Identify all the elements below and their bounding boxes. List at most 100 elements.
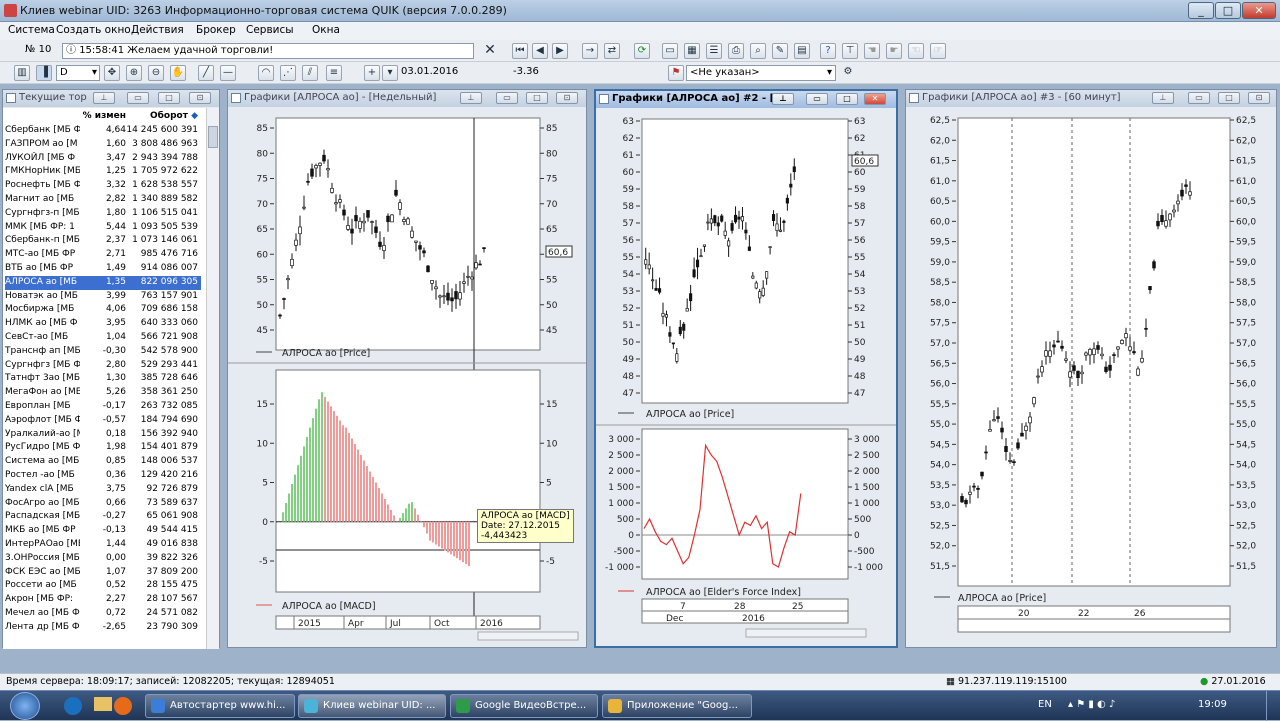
table-row[interactable]: ГАЗПРОМ ао [М 1,60 3 808 486 963 [5, 138, 201, 152]
table-row[interactable]: ИнтерРАОао [МБ 1,44 49 016 838 [5, 538, 201, 552]
chart1-canvas[interactable]: 85807570656055504585807570656055504560,6… [228, 108, 586, 648]
hand2-icon[interactable]: ☛ [886, 43, 902, 59]
show-desktop-button[interactable] [1266, 691, 1280, 721]
hand-pan-icon[interactable]: ✋ [170, 65, 186, 81]
table-row[interactable]: Транснф ап [МБ -0,30 542 578 900 [5, 345, 201, 359]
move-icon[interactable]: ✥ [104, 65, 120, 81]
max-button[interactable]: □ [836, 93, 858, 105]
first-icon[interactable]: ⏮ [512, 43, 528, 59]
window-icon[interactable]: ▭ [662, 43, 678, 59]
table-row[interactable]: МКБ ао [МБ ФР -0,13 49 544 415 [5, 524, 201, 538]
transfer-icon[interactable]: ⇄ [604, 43, 620, 59]
scroll-thumb[interactable] [208, 126, 218, 148]
language-indicator[interactable]: EN [1038, 699, 1052, 710]
chart3-header[interactable]: Графики [АЛРОСА ао] #3 - [60 минут] ⊥ ▭ … [906, 90, 1276, 107]
next-icon[interactable]: ▶ [552, 43, 568, 59]
table-row[interactable]: ФосАгро ао [МБ 0,66 73 589 637 [5, 497, 201, 511]
chart1-header[interactable]: Графики [АЛРОСА ао] - [Недельный] ⊥ ▭ □ … [228, 90, 586, 107]
table-row[interactable]: Ростел -ао [МБ 0,36 129 420 216 [5, 469, 201, 483]
table-row[interactable]: Мечел ао [МБ Ф 0,72 24 571 082 [5, 607, 201, 621]
menu-windows[interactable]: Окна [312, 24, 340, 36]
arc-icon[interactable]: ◠ [258, 65, 274, 81]
close-button[interactable]: ✕ [864, 93, 886, 105]
table-row[interactable]: Россети ао [МБ 0,52 28 155 475 [5, 579, 201, 593]
chart2-canvas[interactable]: 6362616059585756555453525150494847636261… [596, 109, 896, 646]
dropdown-icon[interactable]: ▾ [382, 65, 398, 81]
max-button[interactable]: □ [1218, 92, 1240, 104]
table-row[interactable]: ВТБ ао [МБ ФР 1,49 914 086 007 [5, 262, 201, 276]
table-row[interactable]: РусГидро [МБ Ф 1,98 154 401 879 [5, 441, 201, 455]
table-row[interactable]: НЛМК ао [МБ Ф 3,95 640 333 060 [5, 317, 201, 331]
chart-icon[interactable]: ▤ [794, 43, 810, 59]
table-row[interactable]: МегаФон ао [МБ 5,26 358 361 250 [5, 386, 201, 400]
channel-icon[interactable]: ⫽ [302, 65, 318, 81]
tray-icons[interactable]: ▴ ⚑ ▮ ◐ ♪ [1068, 699, 1115, 710]
taskbar-item-app[interactable]: Приложение "Goog... [602, 694, 752, 718]
table-row[interactable]: Роснефть [МБ Ф 3,32 1 628 538 557 [5, 179, 201, 193]
hand4-icon[interactable]: ☞ [930, 43, 946, 59]
table-row[interactable]: Распадская [МБ -0,27 65 061 908 [5, 510, 201, 524]
table-row[interactable]: ФСК ЕЭС ао [МБ 1,07 37 809 200 [5, 566, 201, 580]
search-icon[interactable]: ⌕ [750, 43, 766, 59]
ie-icon[interactable] [64, 697, 82, 715]
zoom-out-icon[interactable]: ⊖ [148, 65, 164, 81]
pin-button[interactable]: ⊥ [1152, 92, 1174, 104]
print-icon[interactable]: ⎙ [728, 43, 744, 59]
table-row[interactable]: АЛРОСА ао [МБ 1,35 822 096 305 [5, 275, 201, 290]
zoom-in-icon[interactable]: ⊕ [126, 65, 142, 81]
table-row[interactable]: Новатэк ао [МБ 3,99 763 157 901 [5, 290, 201, 304]
hline-icon[interactable]: — [220, 65, 236, 81]
account-select[interactable]: <Не указан> ▾ [686, 65, 836, 81]
pin-button[interactable]: ⊥ [93, 92, 115, 104]
min-button[interactable]: ▭ [1188, 92, 1210, 104]
menu-actions[interactable]: Действия [131, 24, 184, 36]
trendline-icon[interactable]: ╱ [198, 65, 214, 81]
firefox-icon[interactable] [114, 697, 132, 715]
minimize-button[interactable]: _ [1188, 2, 1214, 19]
taskbar-item-quik[interactable]: Клиев webinar UID: ... [298, 694, 446, 718]
fan-icon[interactable]: ⋰ [280, 65, 296, 81]
table-row[interactable]: Сбербанк-п [МБ 2,37 1 073 146 061 [5, 234, 201, 248]
max-button[interactable]: □ [526, 92, 548, 104]
hand-icon[interactable]: ☚ [864, 43, 880, 59]
table-row[interactable]: Аэрофлот [МБ Ф -0,57 184 794 690 [5, 414, 201, 428]
message-line[interactable]: ⓘ 15:58:41 Желаем удачной торговли! [62, 43, 474, 59]
taskbar-item-hangouts[interactable]: Google ВидеоВстре... [450, 694, 598, 718]
menu-services[interactable]: Сервисы [246, 24, 294, 36]
help-icon[interactable]: ? [820, 43, 836, 59]
close-button[interactable]: ⊡ [556, 92, 578, 104]
table-row[interactable]: Yandex clA [МБ 3,75 92 726 879 [5, 483, 201, 497]
close-button[interactable]: ⊡ [1248, 92, 1270, 104]
menu-broker[interactable]: Брокер [196, 24, 236, 36]
table-row[interactable]: Европлан [МБ -0,17 263 732 085 [5, 400, 201, 414]
table-row[interactable]: Уралкалий-ао [М 0,18 156 392 940 [5, 428, 201, 442]
prev-icon[interactable]: ◀ [532, 43, 548, 59]
edit-icon[interactable]: ✎ [772, 43, 788, 59]
table-scrollbar[interactable] [206, 108, 219, 649]
table-row[interactable]: МТС-ао [МБ ФР 2,71 985 476 716 [5, 248, 201, 262]
min-button[interactable]: ▭ [127, 92, 149, 104]
table-row[interactable]: Система ао [МБ 0,85 148 006 537 [5, 455, 201, 469]
menu-system[interactable]: Система [8, 24, 55, 36]
min-button[interactable]: ▭ [806, 93, 828, 105]
min-button[interactable]: ▭ [496, 92, 518, 104]
hand3-icon[interactable]: ☜ [908, 43, 924, 59]
table-icon[interactable]: ▦ [684, 43, 700, 59]
table-row[interactable]: Мосбиржа [МБ 4,06 709 686 158 [5, 303, 201, 317]
crosshair-icon[interactable]: + [364, 65, 380, 81]
current-trades-header[interactable]: Текущие тор ⊥ ▭ □ ⊡ [3, 90, 219, 107]
table-row[interactable]: Сургнфгз-п [МБ 1,80 1 106 515 041 [5, 207, 201, 221]
pin-button[interactable]: ⊥ [772, 93, 794, 105]
explorer-icon[interactable] [94, 697, 112, 711]
bars-icon[interactable]: ▐ [36, 65, 52, 81]
table-row[interactable]: Сбербанк [МБ ФР 4,64 14 245 600 391 [5, 124, 201, 138]
maximize-button[interactable]: □ [1215, 2, 1241, 19]
table-row[interactable]: Сургнфгз [МБ Ф 2,80 529 293 441 [5, 359, 201, 373]
chart2-header[interactable]: Графики [АЛРОСА ао] #2 - [Д ⊥ ▭ □ ✕ [596, 91, 896, 108]
refresh-icon[interactable]: ⟳ [634, 43, 650, 59]
pin-button[interactable]: ⊥ [460, 92, 482, 104]
arrow-icon[interactable]: → [582, 43, 598, 59]
table-row[interactable]: СевСт-ао [МБ 1,04 566 721 908 [5, 331, 201, 345]
candles-icon[interactable]: ▥ [14, 65, 30, 81]
cancel-icon[interactable]: ✕ [482, 43, 498, 59]
